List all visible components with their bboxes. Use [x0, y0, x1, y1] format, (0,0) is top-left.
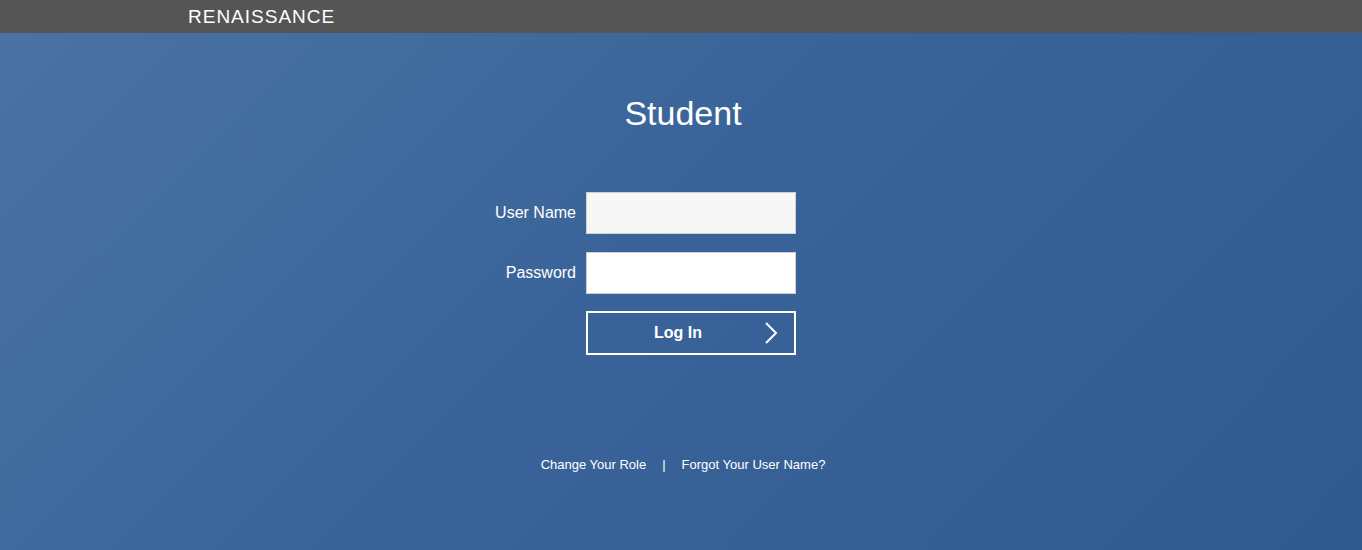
footer-links: Change Your Role | Forgot Your User Name?: [0, 455, 1362, 475]
login-panel: Student User Name Password Log In Change You…: [0, 33, 1362, 550]
footer-link[interactable]: Change Your Role: [541, 455, 647, 475]
login-form: User Name Password Log In: [0, 192, 1362, 355]
form-row: User Name: [446, 192, 1362, 234]
button-row: Log In: [446, 311, 1362, 355]
top-bar: RENAISSANCE: [0, 0, 1362, 33]
text-field[interactable]: [586, 252, 796, 294]
text-field[interactable]: [586, 192, 796, 234]
field-label: User Name: [446, 201, 576, 225]
field-label: Password: [446, 261, 576, 285]
form-row: Password: [446, 252, 1362, 294]
login-button[interactable]: Log In: [586, 311, 796, 355]
link-separator: |: [662, 455, 665, 475]
app: RENAISSANCE Student User Name Password Log I…: [0, 0, 1362, 550]
brand-logo[interactable]: RENAISSANCE: [188, 7, 335, 26]
page-title: Student: [0, 33, 1362, 133]
footer-link[interactable]: Forgot Your User Name?: [682, 455, 826, 475]
chevron-right-icon: [764, 321, 778, 345]
